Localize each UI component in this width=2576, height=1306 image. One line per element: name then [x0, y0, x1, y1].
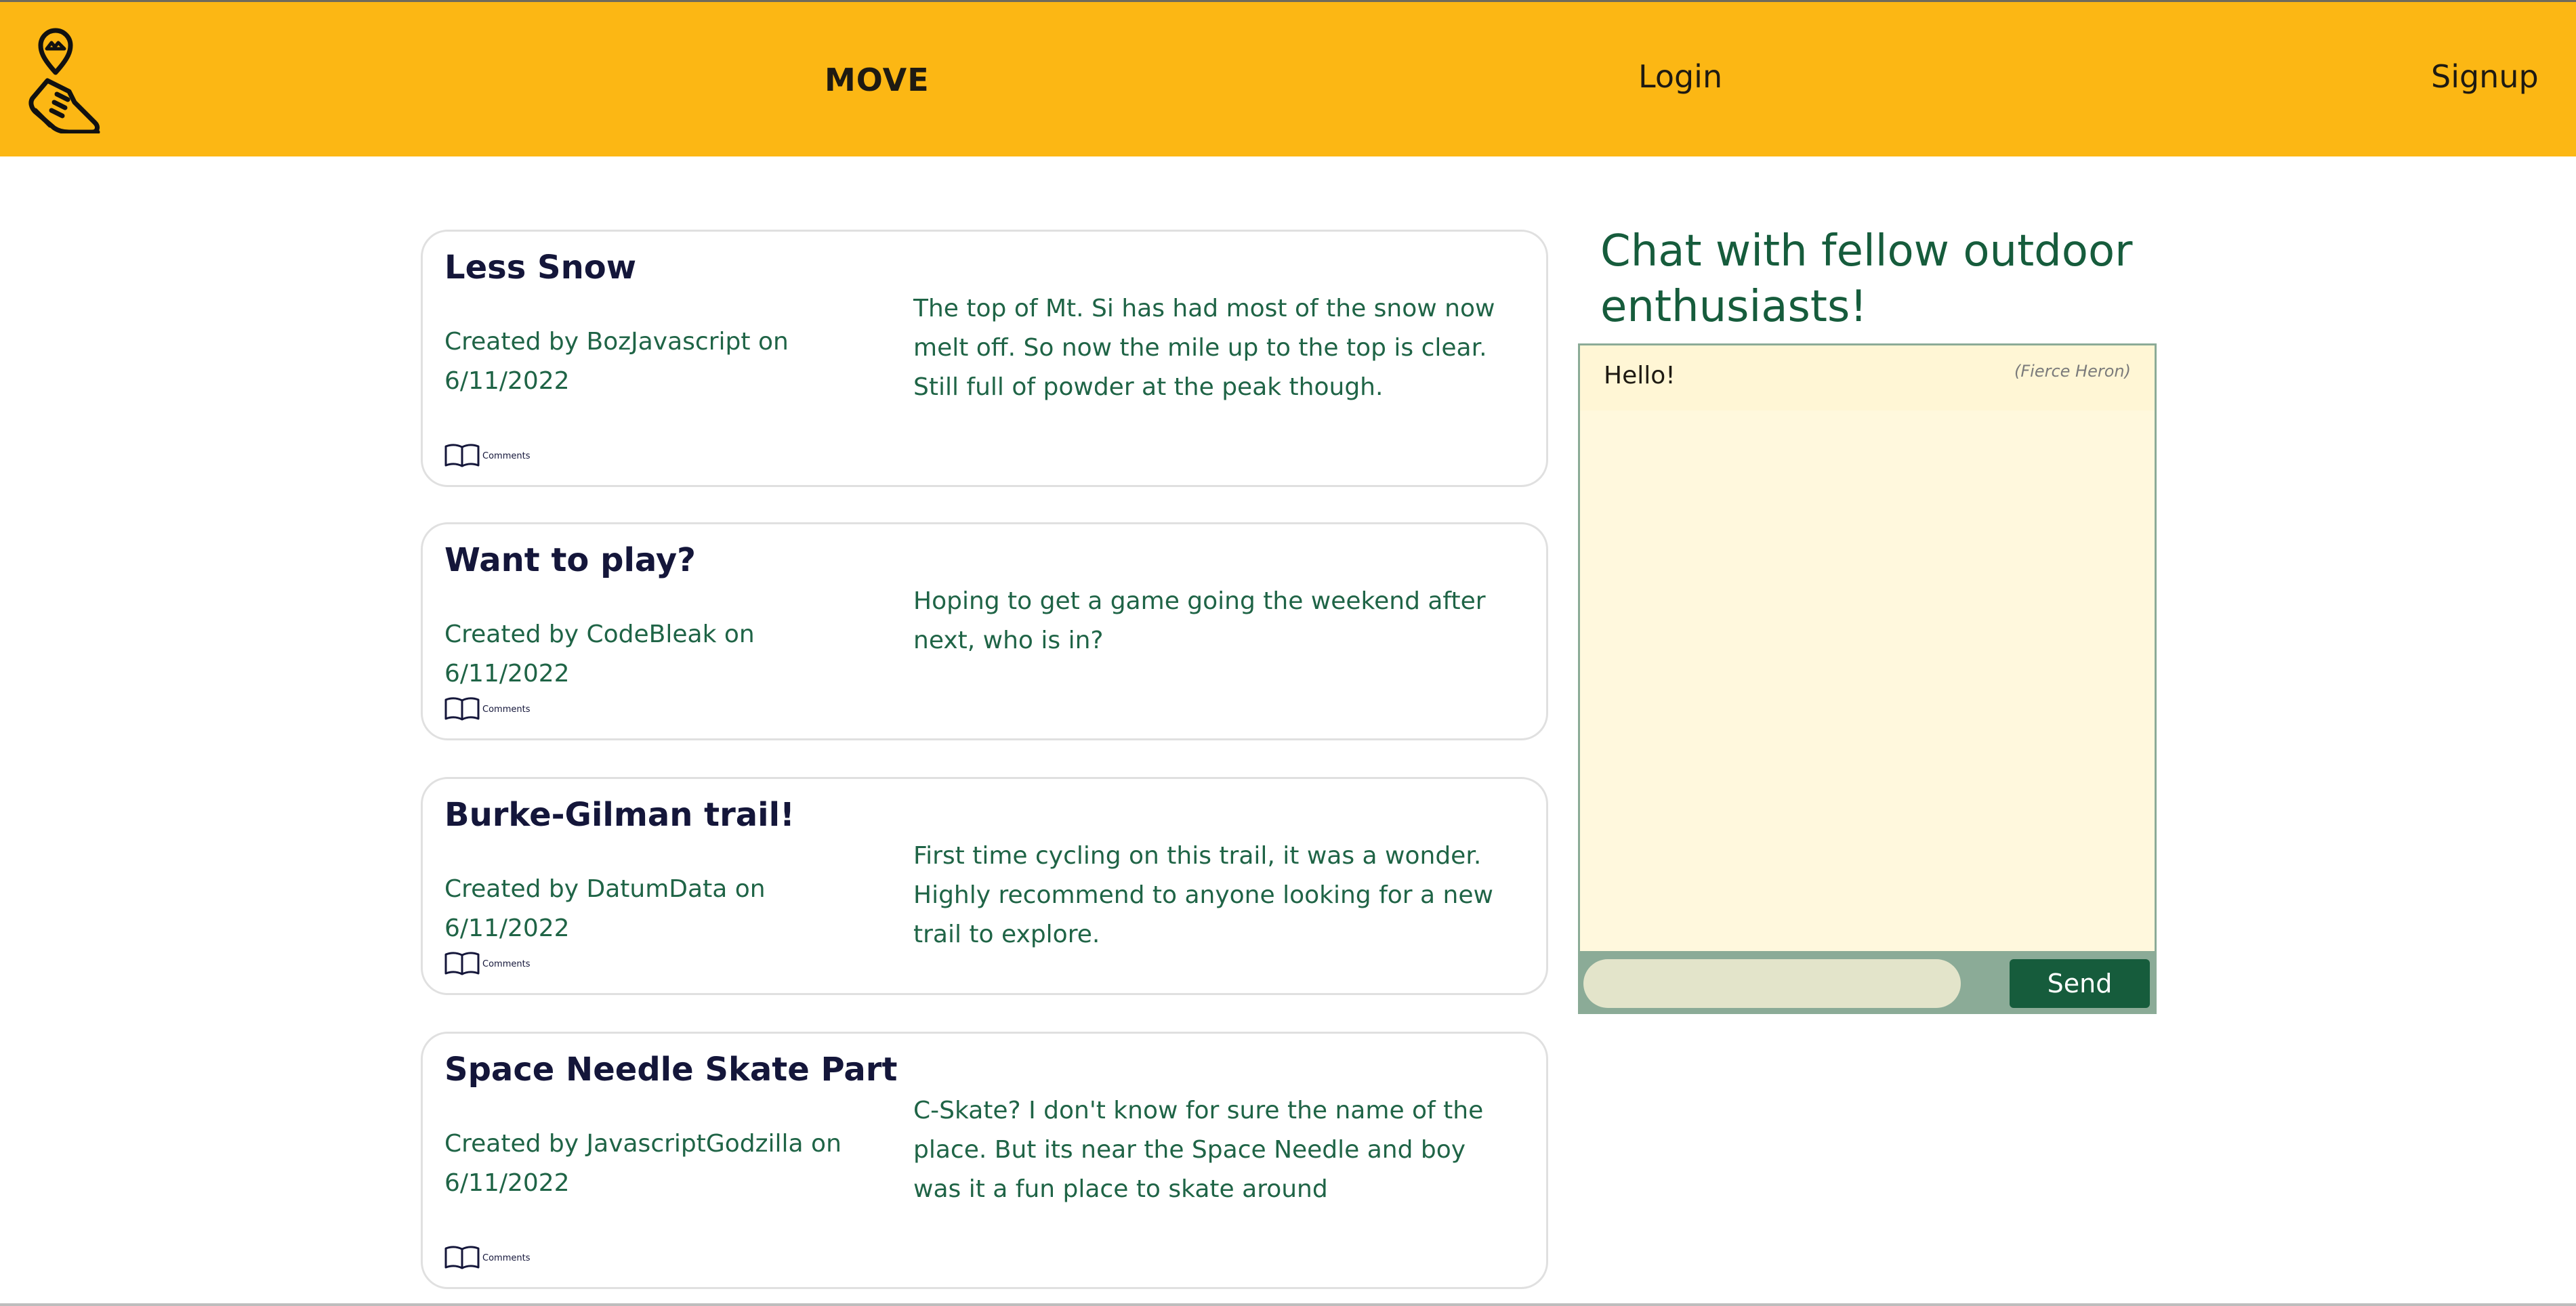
post-title: Burke-Gilman trail!	[444, 796, 795, 834]
chat-messages-panel[interactable]: Hello! (Fierce Heron)	[1578, 343, 2157, 953]
bottom-border	[0, 1303, 2576, 1306]
login-link[interactable]: Login	[1638, 58, 1722, 95]
send-button[interactable]: Send	[2010, 959, 2150, 1008]
comments-label: Comments	[482, 959, 531, 969]
chat-message-username: (Fierce Heron)	[2014, 362, 2131, 381]
comments-link[interactable]: Comments	[444, 1246, 530, 1270]
brand-title[interactable]: MOVE	[825, 62, 930, 98]
chat-message: Hello! (Fierce Heron)	[1580, 345, 2155, 410]
comments-label: Comments	[482, 450, 531, 461]
open-book-icon	[444, 1246, 480, 1269]
chat-input-bar: Send	[1578, 953, 2157, 1014]
open-book-icon	[444, 697, 480, 721]
chat-message-text: Hello!	[1604, 362, 1676, 389]
post-title: Less Snow	[444, 249, 637, 287]
comments-link[interactable]: Comments	[444, 444, 530, 468]
post-meta: Created by CodeBleak on 6/11/2022	[444, 620, 755, 688]
comments-label: Comments	[482, 1252, 531, 1263]
open-book-icon	[444, 952, 480, 975]
post-meta: Created by DatumData on 6/11/2022	[444, 875, 766, 942]
running-shoe-location-pin-icon[interactable]	[27, 26, 103, 135]
post-body: First time cycling on this trail, it was…	[913, 842, 1493, 948]
post-body: Hoping to get a game going the weekend a…	[913, 587, 1486, 654]
post-card: Burke-Gilman trail! Created by DatumData…	[421, 777, 1548, 995]
top-navbar: MOVE Login Signup	[0, 2, 2576, 156]
post-title: Space Needle Skate Part	[444, 1051, 898, 1089]
post-card: Want to play? Created by CodeBleak on 6/…	[421, 522, 1548, 740]
comments-label: Comments	[482, 704, 531, 715]
post-body: The top of Mt. Si has had most of the sn…	[913, 295, 1495, 401]
signup-link[interactable]: Signup	[2431, 58, 2539, 95]
post-meta: Created by BozJavascript on 6/11/2022	[444, 328, 789, 395]
chat-message-input[interactable]	[1583, 959, 1961, 1008]
comments-link[interactable]: Comments	[444, 697, 530, 721]
post-card: Space Needle Skate Part Created by Javas…	[421, 1032, 1548, 1289]
post-body: C-Skate? I don't know for sure the name …	[913, 1097, 1484, 1203]
chat-heading: Chat with fellow outdoor enthusiasts!	[1600, 226, 2133, 332]
post-title: Want to play?	[444, 541, 696, 579]
open-book-icon	[444, 444, 480, 467]
post-card: Less Snow Created by BozJavascript on 6/…	[421, 230, 1548, 487]
comments-link[interactable]: Comments	[444, 952, 530, 976]
post-meta: Created by JavascriptGodzilla on 6/11/20…	[444, 1130, 842, 1197]
